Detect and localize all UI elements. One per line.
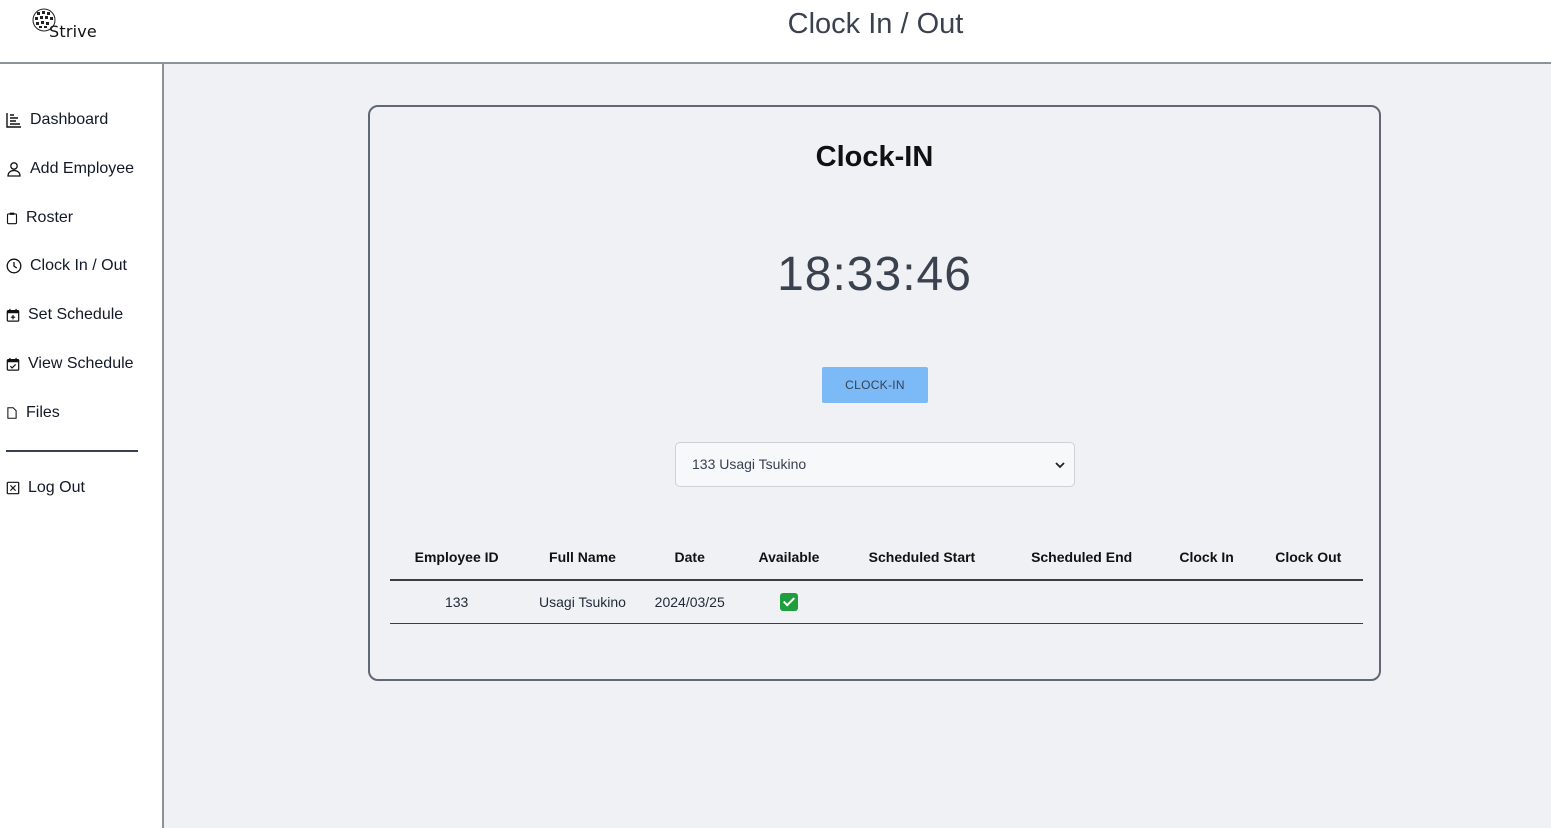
cell-scheduled-start (840, 580, 1004, 624)
card-title: Clock-IN (815, 141, 934, 173)
sidebar-item-label: Clock In / Out (30, 257, 127, 274)
logout-label: Log Out (28, 479, 85, 496)
sidebar-item-add-employee[interactable]: Add Employee (6, 160, 134, 178)
sidebar-item-label: Dashboard (30, 111, 109, 128)
calendar-check-icon (6, 357, 20, 371)
bar-chart-icon (6, 113, 21, 128)
cell-clock-out (1253, 580, 1363, 624)
sidebar-item-files[interactable]: Files (6, 404, 60, 422)
person-icon (7, 162, 21, 177)
clock-in-card: Clock-IN 18:33:46 CLOCK-IN 133 Usagi Tsu… (368, 105, 1381, 681)
sidebar-item-view-schedule[interactable]: View Schedule (6, 355, 134, 373)
sidebar-item-label: View Schedule (28, 355, 134, 372)
current-time: 18:33:46 (777, 248, 972, 301)
col-employee-id: Employee ID (390, 534, 524, 581)
sidebar-item-roster[interactable]: Roster (6, 209, 73, 227)
logout-button[interactable]: Log Out (6, 479, 85, 497)
table-header-row: Employee ID Full Name Date Available Sch… (390, 534, 1363, 581)
clock-in-button[interactable]: CLOCK-IN (822, 367, 928, 403)
employee-select[interactable]: 133 Usagi Tsukino (675, 442, 1075, 487)
cell-clock-in (1159, 580, 1254, 624)
col-date: Date (641, 534, 738, 581)
sidebar-item-label: Add Employee (30, 160, 135, 177)
clock-icon (6, 258, 22, 274)
sidebar-item-label: Files (26, 404, 60, 421)
sidebar-item-set-schedule[interactable]: Set Schedule (6, 306, 123, 324)
top-bar: Strive Clock In / Out (0, 0, 1551, 64)
clipboard-icon (6, 212, 18, 225)
col-scheduled-end: Scheduled End (1003, 534, 1160, 581)
cell-available (737, 580, 841, 624)
col-scheduled-start: Scheduled Start (840, 534, 1004, 581)
sidebar-item-dashboard[interactable]: Dashboard (6, 111, 108, 129)
cell-employee-id: 133 (390, 580, 524, 624)
cell-scheduled-end (1003, 580, 1160, 624)
employee-select-value: 133 Usagi Tsukino (692, 456, 807, 472)
cell-full-name: Usagi Tsukino (523, 580, 642, 624)
col-clock-out: Clock Out (1253, 534, 1363, 581)
sidebar-divider (6, 450, 138, 452)
table-row: 133 Usagi Tsukino 2024/03/25 (390, 580, 1363, 624)
col-available: Available (737, 534, 841, 581)
sidebar: Dashboard Add Employee Roster Clock In /… (0, 64, 164, 828)
sidebar-item-clock-in-out[interactable]: Clock In / Out (6, 257, 127, 275)
chevron-down-icon (1055, 462, 1065, 469)
cell-date: 2024/03/25 (641, 580, 738, 624)
page-title: Clock In / Out (787, 8, 964, 40)
check-mark-icon (780, 593, 798, 612)
employee-table: Employee ID Full Name Date Available Sch… (390, 534, 1363, 624)
col-clock-in: Clock In (1159, 534, 1254, 581)
col-full-name: Full Name (523, 534, 642, 581)
sidebar-item-label: Set Schedule (28, 306, 124, 323)
sidebar-item-label: Roster (26, 209, 74, 226)
calendar-plus-icon (6, 308, 20, 322)
file-icon (7, 407, 17, 419)
x-square-icon (6, 481, 20, 495)
